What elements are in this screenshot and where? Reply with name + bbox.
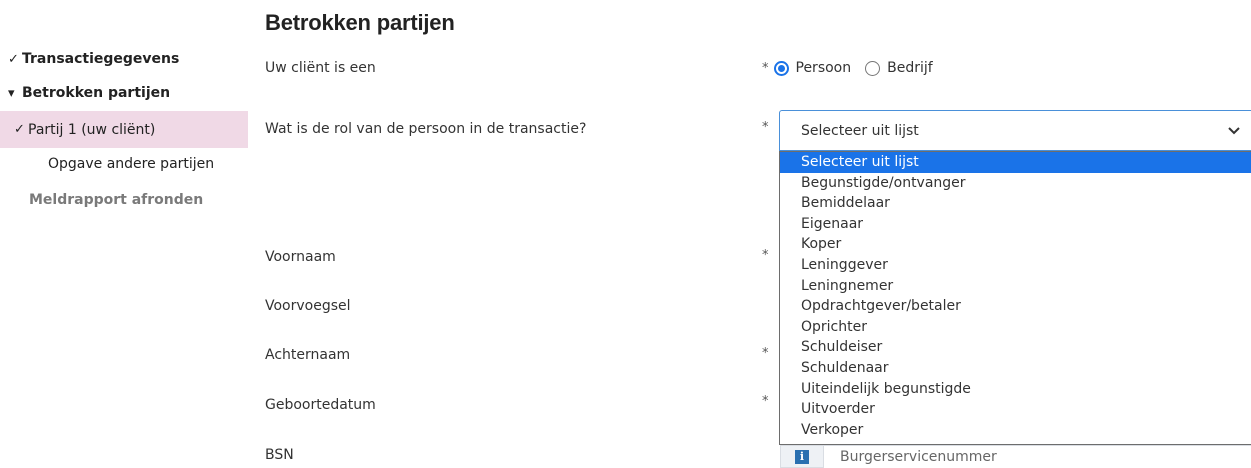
role-option[interactable]: Koper bbox=[780, 234, 1251, 255]
role-select[interactable]: Selecteer uit lijst bbox=[779, 110, 1251, 151]
required-marker: * bbox=[762, 346, 769, 361]
sidebar-item-partij-1[interactable]: ✓ Partij 1 (uw cliënt) bbox=[0, 111, 248, 148]
persoon-radio[interactable] bbox=[773, 60, 789, 76]
check-icon: ✓ bbox=[8, 51, 19, 67]
required-marker: * bbox=[762, 120, 769, 135]
required-marker: * bbox=[762, 60, 769, 76]
voorvoegsel-label: Voorvoegsel bbox=[265, 298, 351, 314]
role-option[interactable]: Uiteindelijk begunstigde bbox=[780, 379, 1251, 400]
role-option[interactable]: Verkoper bbox=[780, 420, 1251, 441]
bsn-label: BSN bbox=[265, 447, 294, 463]
role-option[interactable]: Schuldenaar bbox=[780, 358, 1251, 379]
role-option[interactable]: Leninggever bbox=[780, 255, 1251, 276]
sidebar-item-label: Opgave andere partijen bbox=[48, 156, 215, 172]
required-marker: * bbox=[762, 248, 769, 263]
achternaam-label: Achternaam bbox=[265, 347, 351, 363]
client-type-radio-group: * Persoon Bedrijf bbox=[762, 57, 947, 79]
geboortedatum-label: Geboortedatum bbox=[265, 397, 376, 413]
chevron-down-icon bbox=[1228, 127, 1240, 135]
role-option[interactable]: Schuldeiser bbox=[780, 337, 1251, 358]
required-marker: * bbox=[762, 394, 769, 409]
sidebar-item-label: Meldrapport afronden bbox=[29, 192, 204, 208]
sidebar: ✓ Transactiegegevens ▾ Betrokken partije… bbox=[0, 0, 248, 468]
check-icon: ✓ bbox=[14, 122, 25, 137]
role-select-value: Selecteer uit lijst bbox=[801, 122, 919, 139]
bsn-input[interactable]: Burgerservicenummer bbox=[824, 445, 1251, 468]
info-icon: i bbox=[795, 449, 809, 464]
role-label: Wat is de rol van de persoon in de trans… bbox=[265, 121, 587, 137]
role-option[interactable]: Opdrachtgever/betaler bbox=[780, 296, 1251, 317]
bsn-info-button[interactable]: i bbox=[780, 445, 824, 468]
bedrijf-radio-label[interactable]: Bedrijf bbox=[887, 60, 933, 76]
role-option[interactable]: Selecteer uit lijst bbox=[780, 152, 1251, 173]
sidebar-item-label: Partij 1 (uw cliënt) bbox=[28, 121, 156, 138]
role-option[interactable]: Eigenaar bbox=[780, 214, 1251, 235]
sidebar-item-transactiegegevens[interactable]: ✓ Transactiegegevens bbox=[0, 41, 248, 77]
role-option[interactable]: Begunstigde/ontvanger bbox=[780, 173, 1251, 194]
page-title: Betrokken partijen bbox=[265, 10, 455, 35]
sidebar-item-meldrapport-afronden[interactable]: Meldrapport afronden bbox=[0, 182, 248, 218]
role-option[interactable]: Uitvoerder bbox=[780, 399, 1251, 420]
caret-down-icon: ▾ bbox=[8, 85, 15, 101]
role-option[interactable]: Bemiddelaar bbox=[780, 193, 1251, 214]
sidebar-item-label: Betrokken partijen bbox=[22, 85, 171, 101]
persoon-radio-label[interactable]: Persoon bbox=[796, 60, 852, 76]
client-type-label: Uw cliënt is een bbox=[265, 60, 376, 76]
sidebar-item-label: Transactiegegevens bbox=[22, 51, 180, 67]
bedrijf-radio[interactable] bbox=[865, 60, 881, 76]
role-option[interactable]: Oprichter bbox=[780, 317, 1251, 338]
voornaam-label: Voornaam bbox=[265, 249, 336, 265]
sidebar-item-opgave-andere-partijen[interactable]: Opgave andere partijen bbox=[0, 146, 248, 182]
sidebar-item-betrokken-partijen[interactable]: ▾ Betrokken partijen bbox=[0, 75, 248, 111]
bsn-placeholder: Burgerservicenummer bbox=[840, 449, 997, 465]
role-dropdown-list: Selecteer uit lijst Begunstigde/ontvange… bbox=[779, 151, 1251, 445]
role-option[interactable]: Leningnemer bbox=[780, 276, 1251, 297]
